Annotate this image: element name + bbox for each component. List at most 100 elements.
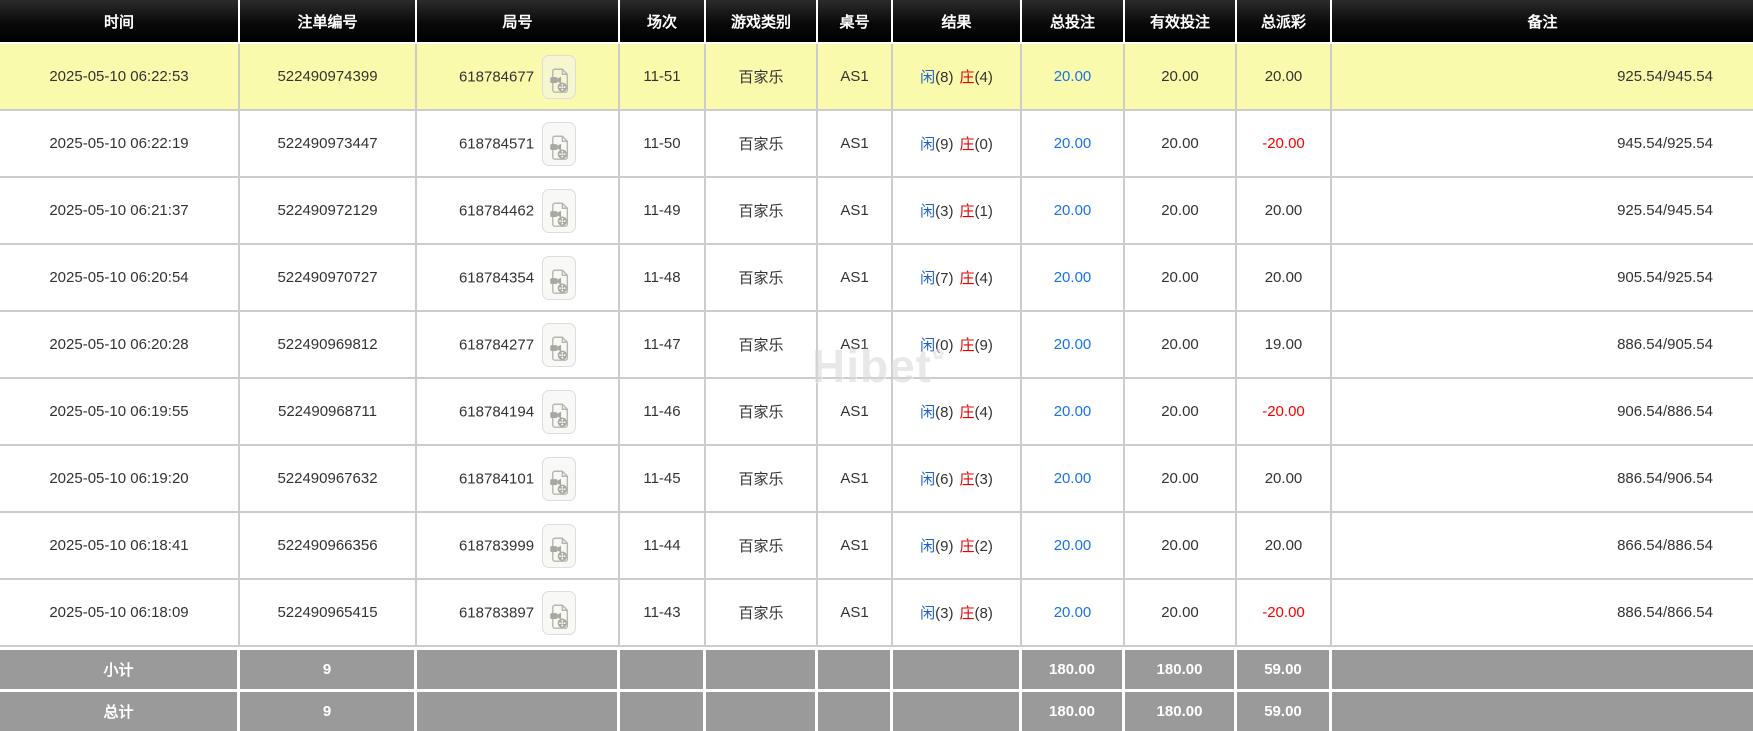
cell-result: 闲(3)庄(1) — [893, 178, 1022, 245]
total-bet-link[interactable]: 20.00 — [1054, 537, 1092, 554]
cell-result: 闲(8)庄(4) — [893, 44, 1022, 111]
cell-valid-bet: 20.00 — [1125, 111, 1237, 178]
cell-table-number: AS1 — [818, 178, 893, 245]
cell-remark: 925.54/945.54 — [1332, 178, 1753, 245]
header-row: 时间 注单编号 局号 场次 游戏类别 桌号 结果 总投注 有效投注 总派彩 备注 — [0, 0, 1753, 44]
total-bet-link[interactable]: 20.00 — [1054, 604, 1092, 621]
cell-bet-number: 522490967632 — [240, 446, 417, 513]
cell-time: 2025-05-10 06:21:37 — [0, 178, 240, 245]
cell-valid-bet: 20.00 — [1125, 245, 1237, 312]
table-header: 时间 注单编号 局号 场次 游戏类别 桌号 结果 总投注 有效投注 总派彩 备注 — [0, 0, 1753, 44]
cell-game-type: 百家乐 — [706, 446, 818, 513]
round-number-text: 618784101 — [459, 470, 534, 487]
round-number-text: 618784571 — [459, 135, 534, 152]
video-replay-button[interactable] — [542, 323, 576, 367]
cell-round-number: 618784101 — [417, 446, 620, 513]
cell-time: 2025-05-10 06:18:41 — [0, 513, 240, 580]
grand-total-total-bet: 180.00 — [1022, 689, 1125, 731]
subtotal-empty-cell — [706, 647, 818, 689]
cell-payout: 20.00 — [1237, 178, 1332, 245]
video-clip-icon — [549, 536, 569, 563]
cell-remark: 886.54/866.54 — [1332, 580, 1753, 647]
cell-time: 2025-05-10 06:18:09 — [0, 580, 240, 647]
round-number-text: 618784277 — [459, 336, 534, 353]
player-result-label: 闲 — [920, 136, 935, 153]
cell-round-number: 618784277 — [417, 312, 620, 379]
video-replay-button[interactable] — [542, 524, 576, 568]
cell-session: 11-46 — [620, 379, 706, 446]
cell-total-bet: 20.00 — [1022, 44, 1125, 111]
cell-game-type: 百家乐 — [706, 44, 818, 111]
col-session: 场次 — [620, 0, 706, 44]
table-row: 2025-05-10 06:18:41 522490966356 6187839… — [0, 513, 1753, 580]
cell-table-number: AS1 — [818, 111, 893, 178]
total-bet-link[interactable]: 20.00 — [1054, 269, 1092, 286]
video-clip-icon — [549, 134, 569, 161]
cell-result: 闲(6)庄(3) — [893, 446, 1022, 513]
video-clip-icon — [549, 268, 569, 295]
grand-total-count: 9 — [240, 689, 417, 731]
cell-remark: 906.54/886.54 — [1332, 379, 1753, 446]
video-replay-button[interactable] — [542, 591, 576, 635]
banker-result-label: 庄 — [960, 270, 975, 287]
total-bet-link[interactable]: 20.00 — [1054, 470, 1092, 487]
subtotal-label: 小计 — [0, 647, 240, 689]
cell-session: 11-49 — [620, 178, 706, 245]
subtotal-empty-cell — [417, 647, 620, 689]
cell-payout: -20.00 — [1237, 580, 1332, 647]
video-replay-button[interactable] — [542, 122, 576, 166]
banker-points: (2) — [975, 538, 993, 555]
banker-result-label: 庄 — [960, 203, 975, 220]
video-replay-button[interactable] — [542, 390, 576, 434]
cell-game-type: 百家乐 — [706, 379, 818, 446]
cell-table-number: AS1 — [818, 44, 893, 111]
cell-result: 闲(0)庄(9) — [893, 312, 1022, 379]
grand-total-empty-cell — [706, 689, 818, 731]
col-valid-bet: 有效投注 — [1125, 0, 1237, 44]
cell-remark: 886.54/906.54 — [1332, 446, 1753, 513]
cell-valid-bet: 20.00 — [1125, 446, 1237, 513]
cell-result: 闲(8)庄(4) — [893, 379, 1022, 446]
cell-time: 2025-05-10 06:20:28 — [0, 312, 240, 379]
cell-table-number: AS1 — [818, 379, 893, 446]
col-remark: 备注 — [1332, 0, 1753, 44]
subtotal-empty-cell — [893, 647, 1022, 689]
player-result-label: 闲 — [920, 471, 935, 488]
cell-time: 2025-05-10 06:19:20 — [0, 446, 240, 513]
cell-remark: 945.54/925.54 — [1332, 111, 1753, 178]
cell-payout: 19.00 — [1237, 312, 1332, 379]
grand-total-empty-cell — [417, 689, 620, 731]
cell-table-number: AS1 — [818, 513, 893, 580]
table-row: 2025-05-10 06:20:28 522490969812 6187842… — [0, 312, 1753, 379]
total-bet-link[interactable]: 20.00 — [1054, 135, 1092, 152]
video-clip-icon — [549, 469, 569, 496]
cell-total-bet: 20.00 — [1022, 245, 1125, 312]
cell-bet-number: 522490966356 — [240, 513, 417, 580]
table-row: 2025-05-10 06:18:09 522490965415 6187838… — [0, 580, 1753, 647]
total-bet-link[interactable]: 20.00 — [1054, 202, 1092, 219]
player-result-label: 闲 — [920, 605, 935, 622]
video-clip-icon — [549, 335, 569, 362]
cell-round-number: 618784677 — [417, 44, 620, 111]
cell-session: 11-51 — [620, 44, 706, 111]
round-number-text: 618784354 — [459, 269, 534, 286]
video-clip-icon — [549, 603, 569, 630]
total-bet-link[interactable]: 20.00 — [1054, 403, 1092, 420]
player-result-label: 闲 — [920, 404, 935, 421]
player-points: (8) — [935, 404, 953, 421]
subtotal-count: 9 — [240, 647, 417, 689]
video-replay-button[interactable] — [542, 189, 576, 233]
table-row: 2025-05-10 06:22:19 522490973447 6187845… — [0, 111, 1753, 178]
video-replay-button[interactable] — [542, 256, 576, 300]
banker-points: (0) — [975, 136, 993, 153]
total-bet-link[interactable]: 20.00 — [1054, 336, 1092, 353]
cell-table-number: AS1 — [818, 312, 893, 379]
cell-valid-bet: 20.00 — [1125, 312, 1237, 379]
video-replay-button[interactable] — [542, 457, 576, 501]
video-clip-icon — [549, 67, 569, 94]
grand-total-empty-cell — [818, 689, 893, 731]
col-result: 结果 — [893, 0, 1022, 44]
cell-round-number: 618783897 — [417, 580, 620, 647]
total-bet-link[interactable]: 20.00 — [1054, 68, 1092, 85]
video-replay-button[interactable] — [542, 55, 576, 99]
